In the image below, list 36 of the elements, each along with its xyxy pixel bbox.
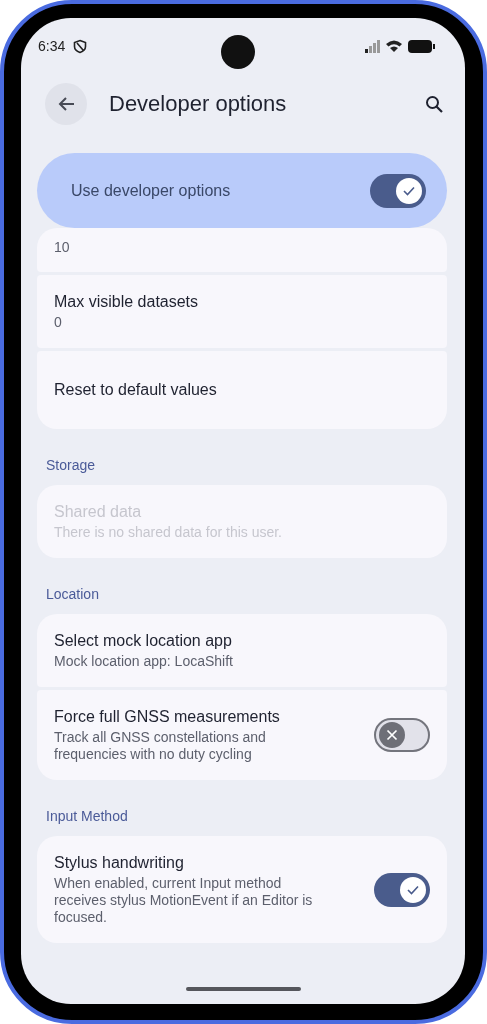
settings-item[interactable]: Max visible datasets 0 xyxy=(37,275,447,348)
item-title: Reset to default values xyxy=(54,380,218,400)
search-icon xyxy=(425,95,443,113)
wifi-icon xyxy=(385,39,403,53)
check-icon xyxy=(402,184,416,197)
check-icon xyxy=(406,883,420,896)
item-summary: 0 xyxy=(54,314,63,331)
item-summary: 10 xyxy=(54,239,71,256)
camera-cutout xyxy=(221,35,255,69)
item-title: Force full GNSS measurements xyxy=(54,707,281,727)
item-title: Max visible datasets xyxy=(54,292,200,312)
shield-icon xyxy=(73,38,88,54)
settings-item[interactable]: Select mock location app Mock location app: LocaShift xyxy=(37,614,447,687)
master-switch-label: Use developer options xyxy=(71,181,231,200)
settings-item[interactable]: Force full GNSS measurements Track all GNSS constellations and frequencies with no duty cycling xyxy=(37,690,447,780)
toggle-switch[interactable] xyxy=(374,718,430,752)
settings-item[interactable]: Reset to default values xyxy=(37,351,447,429)
settings-item[interactable]: Stylus handwriting When enabled, current Input method receives stylus MotionEvent if an Editor is focused. xyxy=(37,836,447,943)
item-summary: Mock location app: LocaShift xyxy=(54,653,234,670)
battery-icon xyxy=(408,39,435,53)
toggle-switch[interactable] xyxy=(374,872,430,907)
settings-item[interactable]: 10 xyxy=(37,228,447,272)
toggle-switch[interactable] xyxy=(370,173,426,208)
signal-icon xyxy=(365,39,380,53)
item-summary: Track all GNSS constellations and frequencies with no duty cycling xyxy=(54,729,267,763)
page-title: Developer options xyxy=(109,91,287,117)
section-header: Input Method xyxy=(45,807,129,826)
close-icon xyxy=(386,729,398,741)
back-arrow-icon xyxy=(56,95,76,113)
section-header: Storage xyxy=(45,456,97,475)
item-summary: When enabled, current Input method receives stylus MotionEvent if an Editor is focused. xyxy=(54,875,314,926)
section-header: Location xyxy=(45,585,100,604)
back-button[interactable] xyxy=(45,83,87,125)
item-title: Stylus handwriting xyxy=(54,853,185,873)
item-title: Select mock location app xyxy=(54,631,233,651)
status-time: 6:34 xyxy=(38,38,66,54)
